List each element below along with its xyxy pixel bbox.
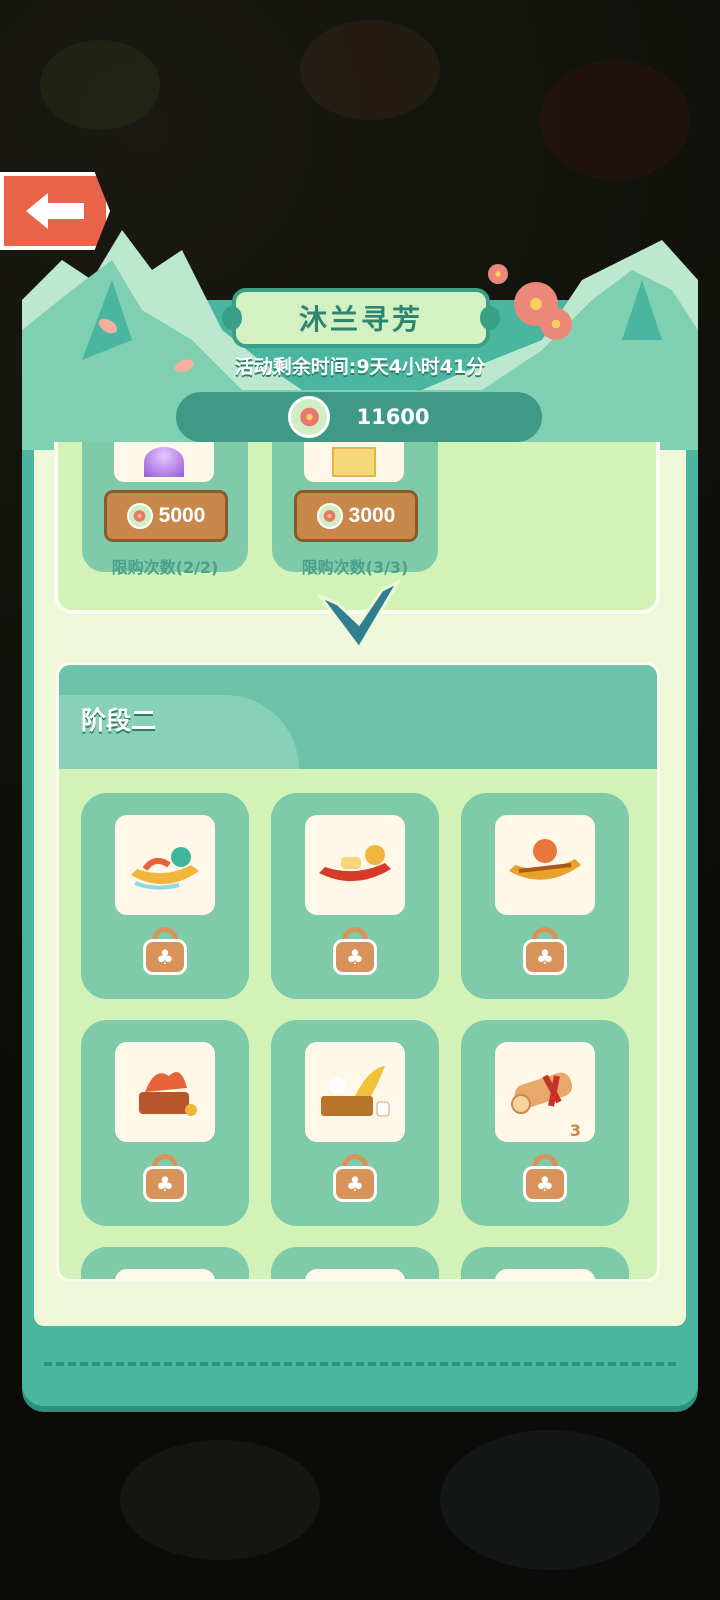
chevron-down-icon	[318, 579, 400, 651]
hidden-item-icon	[495, 1269, 595, 1279]
red-dragon-boat-icon	[305, 815, 405, 915]
shop-item: 3000 限购次数(3/3)	[272, 442, 438, 577]
purchase-limit: 限购次数(3/3)	[301, 558, 409, 577]
buy-button[interactable]: 3000	[294, 490, 418, 542]
reward-item[interactable]: ♣	[81, 1020, 249, 1226]
lock-icon: ♣	[143, 1154, 187, 1202]
reward-item[interactable]: ♣	[271, 793, 439, 999]
dragon-throne-icon	[115, 1042, 215, 1142]
orchid-coin-icon	[288, 396, 331, 438]
blossom-icon	[488, 264, 508, 284]
reward-item[interactable]: ♣	[81, 1247, 249, 1279]
lock-icon: ♣	[333, 927, 377, 975]
gift-box-icon	[304, 442, 404, 482]
purple-orb-icon	[114, 442, 214, 482]
reward-item[interactable]: 3 ♣	[461, 1020, 629, 1226]
hidden-item-icon	[305, 1269, 405, 1279]
golden-dragon-boat-icon	[495, 815, 595, 915]
reward-item[interactable]: ♣	[271, 1247, 439, 1279]
item-count: 3	[569, 1121, 581, 1140]
event-title: 沐兰寻芳	[222, 288, 500, 348]
currency-amount: 11600	[356, 405, 430, 429]
stage2-header: 阶段二 ♣	[59, 665, 657, 847]
jade-dragon-boat-icon	[115, 815, 215, 915]
blossom-icon	[540, 308, 572, 340]
stage2-section: 阶段二 ♣ ♣♣♣♣♣3♣♣♣♣	[56, 662, 660, 1282]
scroll-icon: 3	[495, 1042, 595, 1142]
orchid-coin-icon	[126, 503, 153, 529]
lock-icon: ♣	[333, 1154, 377, 1202]
event-timer: 活动剩余时间:9天4小时41分	[234, 356, 486, 378]
currency-bar: 11600	[176, 392, 542, 442]
dragon-boat-stall-icon	[305, 1042, 405, 1142]
lock-icon: ♣	[143, 927, 187, 975]
reward-item[interactable]: ♣	[461, 1247, 629, 1279]
lock-icon: ♣	[523, 927, 567, 975]
lock-icon: ♣	[523, 1154, 567, 1202]
price-label: 3000	[348, 504, 396, 527]
stage2-title: 阶段二	[81, 706, 157, 735]
reward-item[interactable]: ♣	[461, 793, 629, 999]
price-label: 5000	[158, 504, 206, 527]
reward-item[interactable]: ♣	[81, 793, 249, 999]
panel-divider	[44, 1362, 676, 1366]
orchid-coin-icon	[316, 503, 343, 529]
reward-item[interactable]: ♣	[271, 1020, 439, 1226]
purchase-limit: 限购次数(2/2)	[111, 558, 219, 577]
shop-item: 5000 限购次数(2/2)	[82, 442, 248, 577]
buy-button[interactable]: 5000	[104, 490, 228, 542]
hidden-item-icon	[115, 1269, 215, 1279]
